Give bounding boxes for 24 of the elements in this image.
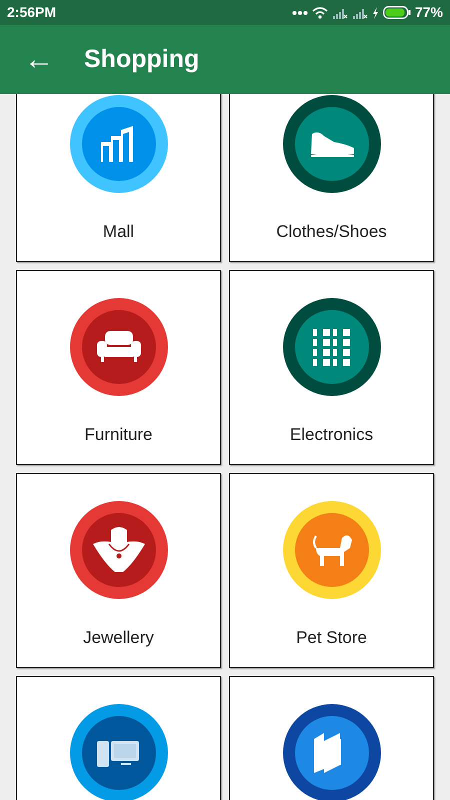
category-tile[interactable]: Jewellery: [16, 473, 221, 668]
back-button[interactable]: ←: [20, 44, 58, 74]
charging-icon: [372, 6, 379, 18]
category-tile[interactable]: Clothes/Shoes: [229, 94, 434, 262]
category-tile[interactable]: Mall: [16, 94, 221, 262]
battery-icon: [382, 6, 411, 19]
signal-icon: [332, 6, 348, 18]
category-tile[interactable]: Pet Store: [229, 473, 434, 668]
books-icon: [282, 704, 380, 800]
battery-percent: 77%: [414, 3, 443, 22]
status-time: 2:56PM: [7, 3, 56, 22]
category-tile[interactable]: Furniture: [16, 270, 221, 465]
necklace-icon: [70, 501, 168, 599]
signal-icon: [352, 6, 368, 18]
building-icon: [70, 95, 168, 193]
dog-icon: [282, 501, 380, 599]
shoe-icon: [282, 95, 380, 193]
wifi-icon: [312, 6, 328, 18]
page-title: Shopping: [84, 44, 200, 75]
gadgets-icon: [282, 298, 380, 396]
category-tile[interactable]: Electronics: [229, 270, 434, 465]
sofa-icon: [70, 298, 168, 396]
computer-icon: [70, 704, 168, 800]
more-icon: [292, 10, 308, 16]
